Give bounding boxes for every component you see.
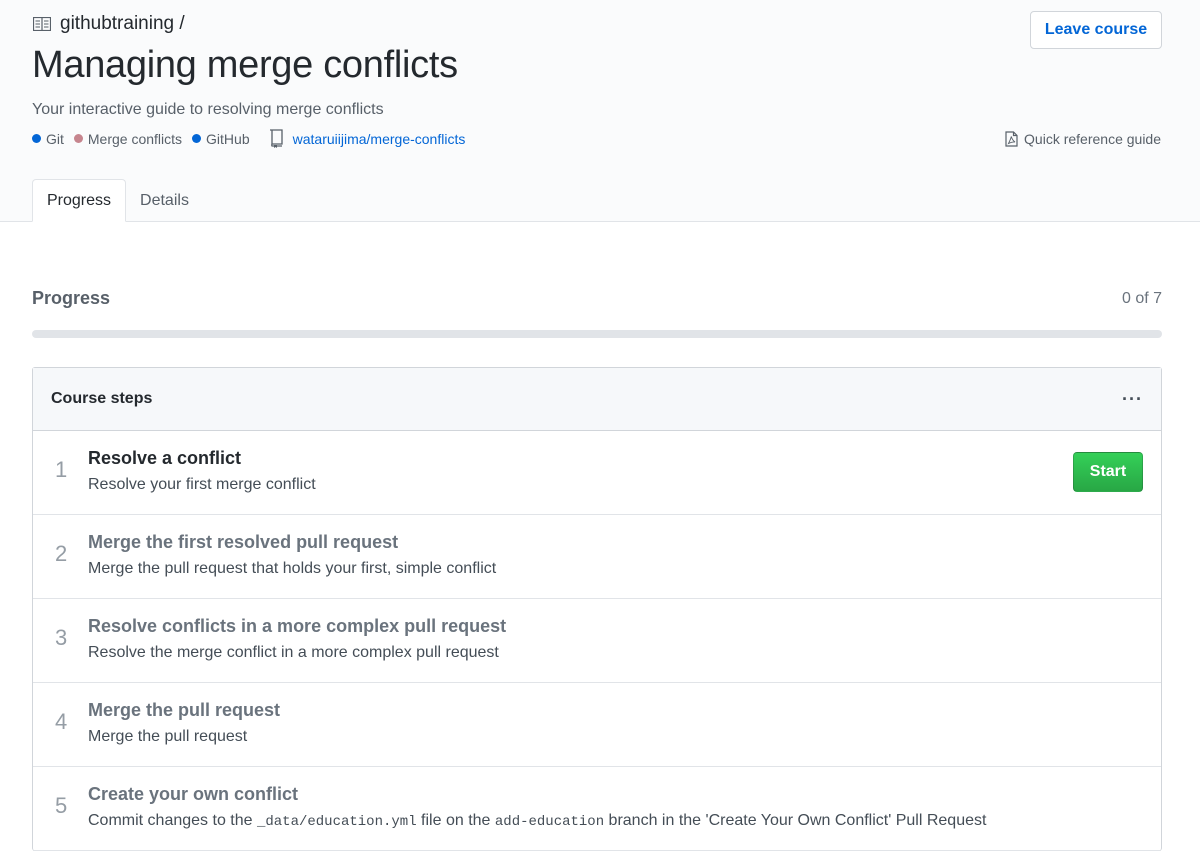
step-number: 5	[55, 793, 68, 818]
tab-progress[interactable]: Progress	[32, 179, 127, 222]
tag-label: Merge conflicts	[87, 130, 183, 147]
step-title: Resolve a conflict	[88, 448, 242, 468]
org-name[interactable]: githubtraining /	[60, 13, 185, 35]
step-title: Create your own conflict	[88, 784, 299, 804]
step-description-text: Commit changes to the	[88, 812, 257, 829]
book-icon	[33, 17, 51, 31]
topic-tags: Git Merge conflicts GitHub wataruiijima/…	[32, 129, 465, 148]
step-description: Commit changes to the _data/education.ym…	[88, 812, 986, 830]
tag-dot	[192, 134, 202, 143]
tag-merge-conflicts: Merge conflicts	[73, 130, 183, 147]
tag-git: Git	[32, 131, 64, 147]
progress-heading: Progress	[32, 288, 111, 308]
step-title: Resolve conflicts in a more complex pull…	[88, 616, 507, 636]
course-step: 3 Resolve conflicts in a more complex pu…	[33, 599, 1161, 683]
kebab-horizontal-icon[interactable]: ···	[1122, 390, 1143, 408]
branch-name-code: add-education	[494, 814, 605, 830]
start-step-button[interactable]: Start	[1073, 452, 1143, 492]
page-title: Managing merge conflicts	[32, 44, 458, 86]
leave-course-button[interactable]: Leave course	[1030, 11, 1162, 49]
tag-github: GitHub	[192, 131, 250, 147]
step-number: 3	[55, 625, 68, 650]
step-description: Merge the pull request	[88, 728, 248, 745]
course-step: 5 Create your own conflict Commit change…	[33, 767, 1161, 851]
course-steps-panel: Course steps ··· 1 Resolve a conflict Re…	[32, 367, 1162, 851]
step-description: Merge the pull request that holds your f…	[88, 560, 497, 577]
step-description: Resolve your first merge conflict	[88, 476, 316, 493]
progress-count: 0 of 7	[1121, 289, 1162, 307]
file-path-code: _data/education.yml	[256, 814, 417, 830]
progress-section: Progress 0 of 7	[32, 288, 1162, 338]
tag-label: Git	[46, 130, 64, 147]
page-subtitle: Your interactive guide to resolving merg…	[32, 101, 384, 118]
step-description: Resolve the merge conflict in a more com…	[88, 644, 499, 661]
step-description-text: file on the	[416, 812, 495, 829]
course-step: 2 Merge the first resolved pull request …	[33, 515, 1161, 599]
tag-dot	[32, 134, 41, 143]
quick-reference-label: Quick reference guide	[1024, 131, 1161, 147]
step-number: 4	[55, 709, 68, 734]
pdf-icon	[1005, 131, 1018, 147]
progress-bar	[32, 330, 1162, 338]
course-steps-header: Course steps ···	[33, 368, 1161, 431]
step-number: 1	[55, 457, 68, 482]
course-header: githubtraining / Managing merge conflict…	[0, 0, 1200, 222]
step-title: Merge the first resolved pull request	[88, 532, 399, 552]
repo-link-label: wataruiijima/merge-conflicts	[292, 130, 466, 147]
repo-icon	[269, 129, 283, 148]
step-description-text: branch in the 'Create Your Own Conflict'…	[604, 812, 987, 829]
step-number: 2	[55, 541, 68, 566]
tag-label: GitHub	[206, 130, 250, 147]
course-tabs: Progress Details	[32, 179, 203, 222]
quick-reference-link[interactable]: Quick reference guide	[1005, 131, 1161, 147]
step-title: Merge the pull request	[88, 700, 281, 720]
tab-details[interactable]: Details	[126, 179, 203, 222]
org-breadcrumb: githubtraining /	[33, 13, 185, 35]
course-step: 1 Resolve a conflict Resolve your first …	[33, 431, 1161, 515]
course-step: 4 Merge the pull request Merge the pull …	[33, 683, 1161, 767]
repo-link[interactable]: wataruiijima/merge-conflicts	[268, 129, 466, 148]
course-steps-title: Course steps	[51, 390, 153, 407]
tag-dot	[73, 134, 83, 143]
